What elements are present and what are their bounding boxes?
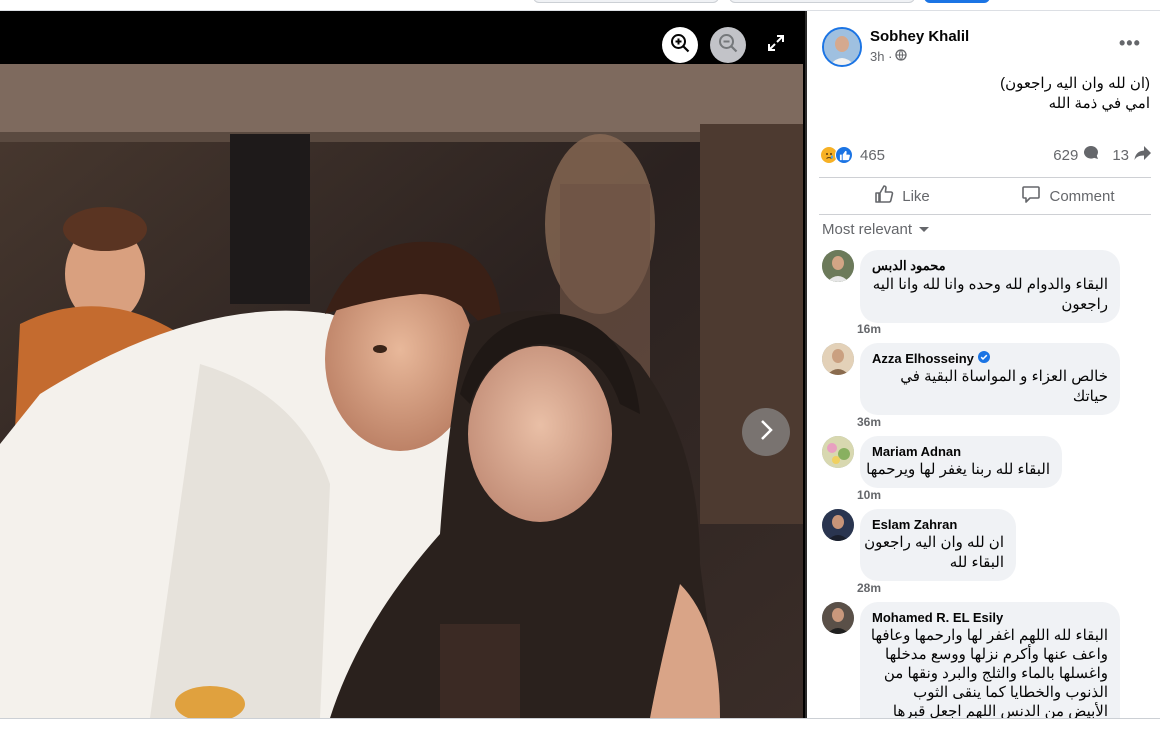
next-photo-button[interactable] <box>742 408 790 456</box>
comment-text: خالص العزاء و المواساة البقية في حياتك <box>872 367 1108 407</box>
post-time[interactable]: 3h · <box>870 49 892 64</box>
sort-label: Most relevant <box>822 221 913 238</box>
comments-count[interactable]: 629 <box>1053 147 1078 164</box>
like-label: Like <box>902 187 930 205</box>
like-button[interactable]: Like <box>819 178 985 214</box>
comment-text-line: راجعون <box>1061 296 1108 313</box>
comment-text: البقاء لله اللهم اغفر لها وارحمها وعافها… <box>870 626 1108 718</box>
post-text-line: (ان لله وان اليه راجعون) <box>1000 75 1150 92</box>
commenter-name[interactable]: Azza Elhosseiny <box>872 351 1108 366</box>
comment-text-line: البقاء لله ربنا يغفر لها ويرحمها <box>866 461 1050 478</box>
post-text-line: امي في ذمة الله <box>1048 95 1150 112</box>
author-name[interactable]: Sobhey Khalil <box>870 28 969 45</box>
commenter-name[interactable]: Mariam Adnan <box>872 444 1050 459</box>
fullscreen-button[interactable] <box>758 27 794 63</box>
shares-count[interactable]: 13 <box>1112 147 1129 164</box>
comment-bubble: محمود الدبس البقاء والدوام لله وحده وانا… <box>860 250 1120 323</box>
comment-bubble: Eslam Zahran ان لله وان اليه راجعون البق… <box>860 509 1016 581</box>
comment-time[interactable]: 16m <box>857 322 881 336</box>
commenter-avatar[interactable] <box>822 343 854 375</box>
commenter-avatar[interactable] <box>822 250 854 282</box>
share-arrow-icon <box>1134 145 1152 165</box>
comment-text: البقاء لله ربنا يغفر لها ويرحمها <box>866 460 1050 480</box>
comment-label: Comment <box>1049 187 1115 205</box>
zoom-out-icon <box>718 33 738 58</box>
globe-icon <box>895 49 908 64</box>
commenter-name[interactable]: محمود الدبس <box>872 258 1108 274</box>
comment-text-line: الذنوب والخطايا كما ينقى الثوب <box>913 684 1108 701</box>
commenter-name[interactable]: Mohamed R. EL Esily <box>872 610 1108 625</box>
reactions-count: 465 <box>860 146 886 164</box>
comment-text: البقاء والدوام لله وحده وانا لله وانا ال… <box>872 275 1108 315</box>
chevron-right-icon <box>758 419 774 446</box>
more-options-button[interactable]: ••• <box>1119 33 1141 54</box>
comment-time[interactable]: 36m <box>857 415 881 429</box>
commenter-name[interactable]: Eslam Zahran <box>872 517 1004 532</box>
commenter-avatar[interactable] <box>822 602 854 634</box>
post-details-panel: Sobhey Khalil 3h · ••• (ان لله وان اليه … <box>807 11 1160 718</box>
engagement-counts: 629 13 <box>1053 145 1152 165</box>
photo-viewer <box>0 11 805 718</box>
comment-icon <box>1021 184 1041 208</box>
comment-text-line: البقاء لله <box>949 554 1004 571</box>
commenter-name-text: محمود الدبس <box>872 258 946 273</box>
commenter-name-text: Azza Elhosseiny <box>872 351 974 366</box>
nav-field[interactable] <box>729 0 915 3</box>
post-text: (ان لله وان اليه راجعون) امي في ذمة الله <box>850 74 1150 114</box>
caret-down-icon <box>918 221 930 238</box>
post-actions-bar: Like Comment <box>819 177 1151 215</box>
thumbs-up-icon <box>874 184 894 208</box>
comment-text-line: البقاء لله اللهم اغفر لها وارحمها وعافها <box>870 627 1108 644</box>
post-photo <box>0 64 803 718</box>
commenter-name-text: Mariam Adnan <box>872 444 962 459</box>
comment-text-line: واغسلها بالماء والثلج والبرد ونقها من <box>883 665 1108 682</box>
comment-text-line: البقاء والدوام لله وحده وانا لله وانا ال… <box>872 276 1108 293</box>
bottom-edge <box>0 718 1160 730</box>
comment-button[interactable]: Comment <box>985 178 1151 214</box>
verified-badge-icon <box>977 351 990 366</box>
like-reaction-icon <box>835 146 853 164</box>
comment-time[interactable]: 10m <box>857 488 881 502</box>
comment-text-line: واعف عنها وأكرم نزلها ووسع مدخلها <box>885 646 1108 663</box>
zoom-in-button[interactable] <box>662 27 698 63</box>
commenter-avatar[interactable] <box>822 436 854 468</box>
expand-icon <box>767 34 785 57</box>
comment-text: ان لله وان اليه راجعون البقاء لله <box>864 533 1004 573</box>
commenter-avatar[interactable] <box>822 509 854 541</box>
commenter-name-text: Eslam Zahran <box>872 517 958 532</box>
reactions-summary[interactable]: 465 <box>820 145 885 165</box>
comment-text-line: ان لله وان اليه راجعون <box>864 534 1004 551</box>
nav-search-field[interactable] <box>533 0 719 3</box>
comment-bubble: Mohamed R. EL Esily البقاء لله اللهم اغف… <box>860 602 1120 718</box>
comment-bubble: Azza Elhosseiny خالص العزاء و المواساة ا… <box>860 343 1120 415</box>
post-meta: 3h · <box>870 49 908 64</box>
comment-text-line: حياتك <box>1072 388 1108 405</box>
photo-post-page: Sobhey Khalil 3h · ••• (ان لله وان اليه … <box>0 0 1160 730</box>
comment-bubble-icon <box>1083 145 1099 165</box>
nav-action-button[interactable] <box>924 0 990 3</box>
author-avatar[interactable] <box>822 27 862 67</box>
zoom-out-button[interactable] <box>710 27 746 63</box>
commenter-name-text: Mohamed R. EL Esily <box>872 610 1004 625</box>
comment-text-line: خالص العزاء و المواساة البقية في <box>900 368 1108 385</box>
zoom-in-icon <box>670 33 690 58</box>
comment-text-line: الأبيض من الدنس اللهم اجعل قبرها <box>892 703 1108 718</box>
top-navigation-bar <box>0 0 1160 11</box>
comment-sort-dropdown[interactable]: Most relevant <box>822 221 930 238</box>
comment-bubble: Mariam Adnan البقاء لله ربنا يغفر لها وي… <box>860 436 1062 488</box>
comment-time[interactable]: 28m <box>857 581 881 595</box>
